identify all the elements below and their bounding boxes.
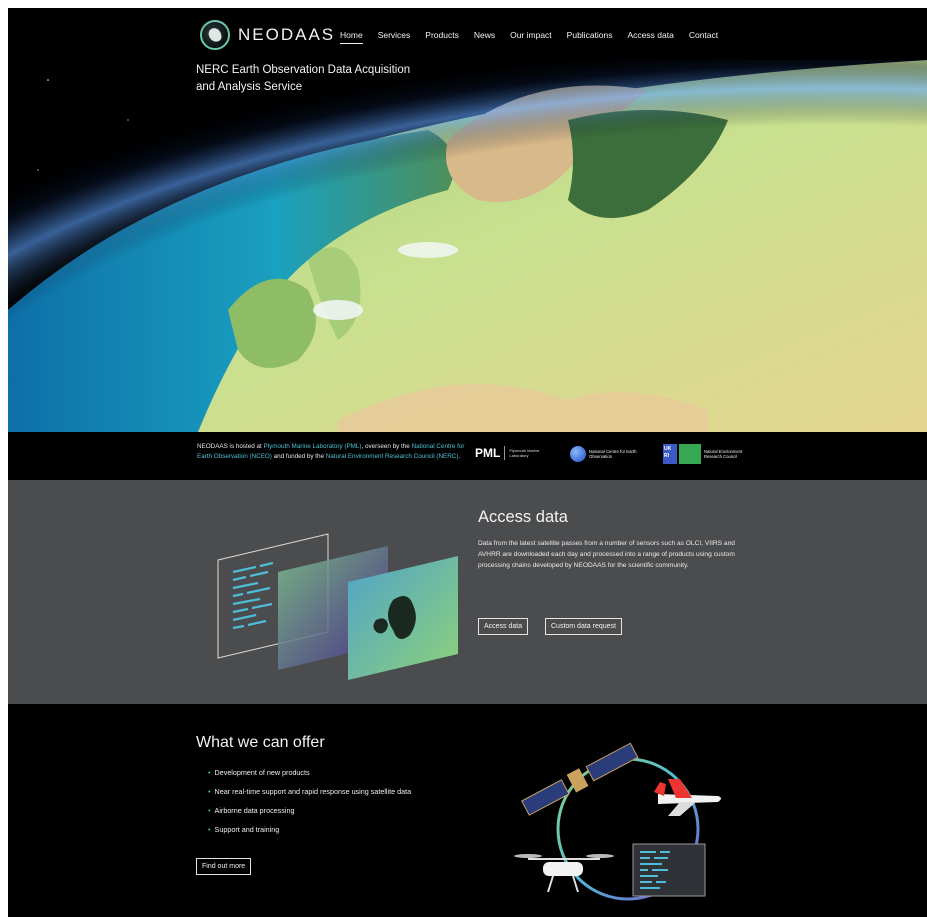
- offer-section: What we can offer Development of new pro…: [8, 704, 927, 917]
- partner-strip: NEODAAS is hosted at Plymouth Marine Lab…: [8, 432, 927, 480]
- offer-item: Development of new products: [208, 768, 411, 777]
- menu-item-products[interactable]: Products: [425, 30, 459, 44]
- hero-banner: NERC Earth Observation Data Acquisition …: [8, 60, 927, 432]
- menu-item-access-data[interactable]: Access data: [628, 30, 674, 44]
- custom-data-request-button[interactable]: Custom data request: [545, 618, 622, 635]
- airplane-icon: [654, 779, 721, 816]
- pml-logo[interactable]: PML Plymouth Marine Laboratory: [475, 446, 543, 460]
- menu-item-publications[interactable]: Publications: [567, 30, 613, 44]
- offer-item: Support and training: [208, 825, 411, 834]
- find-out-more-button[interactable]: Find out more: [196, 858, 252, 875]
- main-menu: Home Services Products News Our impact P…: [340, 30, 718, 44]
- offer-item: Airborne data processing: [208, 806, 411, 815]
- offer-heading: What we can offer: [196, 734, 325, 751]
- nceo-name: National Centre for Earth Observation: [589, 449, 637, 459]
- earth-image: [8, 60, 927, 432]
- page-frame: NEODAAS Home Services Products News Our …: [8, 8, 927, 917]
- capabilities-illustration: [514, 742, 721, 901]
- menu-item-our-impact[interactable]: Our impact: [510, 30, 552, 44]
- access-description: Data from the latest satellite passes fr…: [478, 540, 735, 569]
- ukri-logo[interactable]: UK RI Natural Environment Research Counc…: [663, 444, 744, 464]
- partner-text: NEODAAS is hosted at Plymouth Marine Lab…: [197, 442, 469, 462]
- drone-icon: [514, 854, 614, 893]
- pml-abbr: PML: [475, 446, 506, 460]
- access-data-section: Access data Data from the latest satelli…: [8, 480, 927, 704]
- menu-item-contact[interactable]: Contact: [689, 30, 718, 44]
- offer-list: Development of new products Near real-ti…: [208, 768, 412, 844]
- nerc-name: Natural Environment Research Council: [704, 449, 743, 459]
- site-logo[interactable]: NEODAAS: [200, 20, 335, 50]
- nceo-globe-icon: [570, 446, 586, 462]
- nerc-link[interactable]: Natural Environment Research Council (NE…: [326, 453, 459, 460]
- pml-link[interactable]: Plymouth Marine Laboratory (PML): [264, 443, 362, 450]
- partner-text-2: , overseen by the: [361, 443, 412, 450]
- partner-text-4: .: [458, 453, 461, 460]
- menu-item-home[interactable]: Home: [340, 30, 363, 44]
- access-heading: Access data: [478, 508, 568, 526]
- pml-name: Plymouth Marine Laboratory: [509, 448, 540, 458]
- nceo-logo[interactable]: National Centre for Earth Observation: [570, 446, 653, 462]
- partner-text-3: and funded by the: [271, 453, 326, 460]
- hero-title: NERC Earth Observation Data Acquisition …: [196, 64, 411, 93]
- nerc-leaf-icon: [679, 444, 701, 464]
- data-layers-illustration: [217, 533, 458, 680]
- satellite-icon: [521, 742, 639, 816]
- partner-text-1: NEODAAS is hosted at: [197, 443, 264, 450]
- menu-item-news[interactable]: News: [474, 30, 495, 44]
- globe-logo-icon: [200, 20, 230, 50]
- access-data-button[interactable]: Access data: [478, 618, 529, 635]
- offer-item: Near real-time support and rapid respons…: [208, 787, 412, 796]
- code-screen-icon: [632, 843, 706, 897]
- logo-text: NEODAAS: [238, 25, 336, 44]
- menu-item-services[interactable]: Services: [378, 30, 411, 44]
- top-nav: NEODAAS Home Services Products News Our …: [8, 8, 927, 60]
- ukri-abbr: UK RI: [663, 444, 677, 464]
